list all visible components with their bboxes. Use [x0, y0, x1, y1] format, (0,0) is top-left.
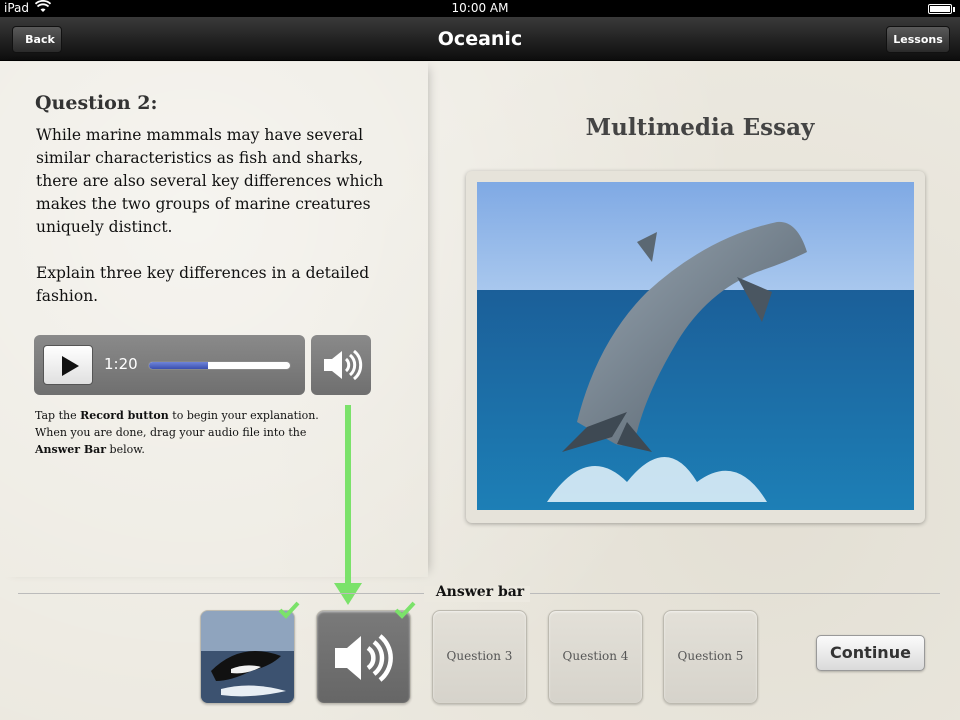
question-prompt: Explain three key differences in a detai… [36, 264, 370, 305]
navigation-bar: Oceanic Back Lessons [0, 17, 960, 61]
status-bar: iPad 10:00 AM [0, 0, 960, 17]
clock: 10:00 AM [451, 1, 509, 15]
lessons-button[interactable]: Lessons [886, 26, 950, 53]
play-button[interactable] [43, 345, 93, 385]
question-title: Question 2: [35, 92, 158, 114]
progress-fill [149, 362, 209, 369]
slot-label: Question 3 [446, 649, 513, 663]
record-button[interactable] [311, 335, 371, 395]
check-icon [278, 601, 300, 619]
slot-label: Question 5 [677, 649, 744, 663]
answer-slot-1[interactable] [200, 610, 295, 704]
speaker-icon [324, 349, 363, 381]
essay-title: Multimedia Essay [585, 114, 815, 141]
continue-button[interactable]: Continue [816, 635, 925, 671]
orca-thumbnail [201, 611, 294, 703]
back-button[interactable]: Back [12, 26, 62, 53]
instructions: Tap the Record button to begin your expl… [35, 407, 335, 458]
dolphin-photo [477, 182, 914, 510]
question-paragraph: While marine mammals may have several si… [36, 126, 384, 236]
instructions-text: below. [106, 443, 145, 456]
instructions-text: Tap the [35, 409, 81, 422]
progress-slider[interactable] [148, 361, 291, 370]
check-icon [394, 601, 416, 619]
battery-icon [928, 4, 955, 14]
page-title: Oceanic [437, 28, 523, 50]
answer-slot-4[interactable]: Question 4 [548, 610, 643, 704]
answer-bar-label: Answer bar [435, 584, 525, 600]
audio-player: 1:20 [34, 335, 305, 395]
instructions-bold: Answer Bar [35, 443, 107, 456]
answer-slot-3[interactable]: Question 3 [432, 610, 527, 704]
photo-frame [466, 171, 925, 523]
speaker-icon [335, 634, 393, 682]
drag-arrow [345, 405, 351, 585]
question-text: While marine mammals may have several si… [36, 124, 406, 308]
answer-slot-5[interactable]: Question 5 [663, 610, 758, 704]
instructions-bold: Record button [80, 409, 169, 422]
slot-label: Question 4 [562, 649, 629, 663]
answer-slot-2[interactable] [316, 610, 411, 704]
player-time: 1:20 [104, 355, 138, 373]
